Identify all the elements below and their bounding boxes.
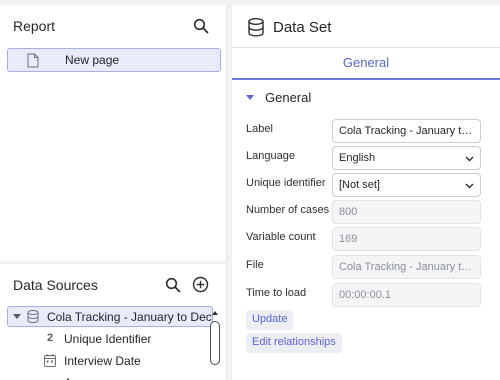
chevron-down-icon — [465, 154, 474, 163]
database-icon — [27, 310, 39, 324]
file-value: Cola Tracking - January to December — [332, 255, 481, 279]
variable-count-value: 169 — [332, 227, 481, 251]
variable-count-field-label: Variable count — [246, 231, 316, 243]
chevron-down-icon — [465, 181, 474, 190]
edit-relationships-button[interactable]: Edit relationships — [246, 333, 342, 353]
number-of-cases-field-label: Number of cases — [246, 204, 330, 216]
variable-label: Unique Identifier — [64, 332, 152, 346]
report-panel: Report New page — [0, 5, 227, 261]
language-value: English — [339, 152, 376, 164]
search-icon[interactable] — [193, 18, 211, 36]
time-to-load-field-label: Time to load — [246, 287, 307, 299]
add-circle-icon[interactable] — [192, 276, 210, 294]
variable-type-icon — [44, 376, 56, 380]
collapse-triangle-icon[interactable] — [246, 95, 254, 100]
panel-title: Data Set — [273, 19, 332, 36]
file-field-label: File — [246, 259, 264, 271]
collapse-triangle-icon[interactable] — [13, 314, 21, 319]
unique-identifier-value: [Not set] — [339, 179, 380, 191]
report-title: Report — [13, 18, 56, 34]
data-source-label: Cola Tracking - January to December — [47, 310, 212, 324]
database-icon — [248, 18, 264, 37]
numeric-variable-icon: 2 — [46, 332, 54, 344]
page-icon — [27, 53, 39, 68]
page-item-label: New page — [65, 53, 120, 67]
unique-identifier-select[interactable]: [Not set] — [332, 173, 481, 197]
search-icon[interactable] — [165, 277, 183, 295]
data-sources-title: Data Sources — [13, 277, 98, 293]
section-title: General — [265, 90, 312, 105]
tab-general[interactable]: General — [232, 48, 500, 80]
time-to-load-value: 00:00:00.1 — [332, 283, 481, 307]
label-input[interactable]: Cola Tracking - January to December — [332, 119, 481, 143]
calendar-icon — [44, 354, 56, 368]
data-sources-panel: Data Sources Cola Tracking - January to … — [0, 264, 227, 380]
unique-identifier-field-label: Unique identifier — [246, 177, 326, 189]
variable-label: A — [64, 376, 72, 380]
language-select[interactable]: English — [332, 146, 481, 170]
variable-label: Interview Date — [64, 354, 141, 368]
update-button[interactable]: Update — [246, 310, 294, 330]
scroll-up-arrow-icon[interactable] — [212, 311, 218, 315]
scrollbar[interactable] — [210, 321, 220, 365]
data-source-item[interactable]: Cola Tracking - January to December — [7, 306, 213, 327]
language-field-label: Language — [246, 150, 295, 162]
page-item-new-page[interactable]: New page — [7, 48, 221, 72]
label-field-label: Label — [246, 123, 273, 135]
data-set-panel: Data Set General General Label Cola Trac… — [232, 5, 500, 380]
number-of-cases-value: 800 — [332, 200, 481, 224]
